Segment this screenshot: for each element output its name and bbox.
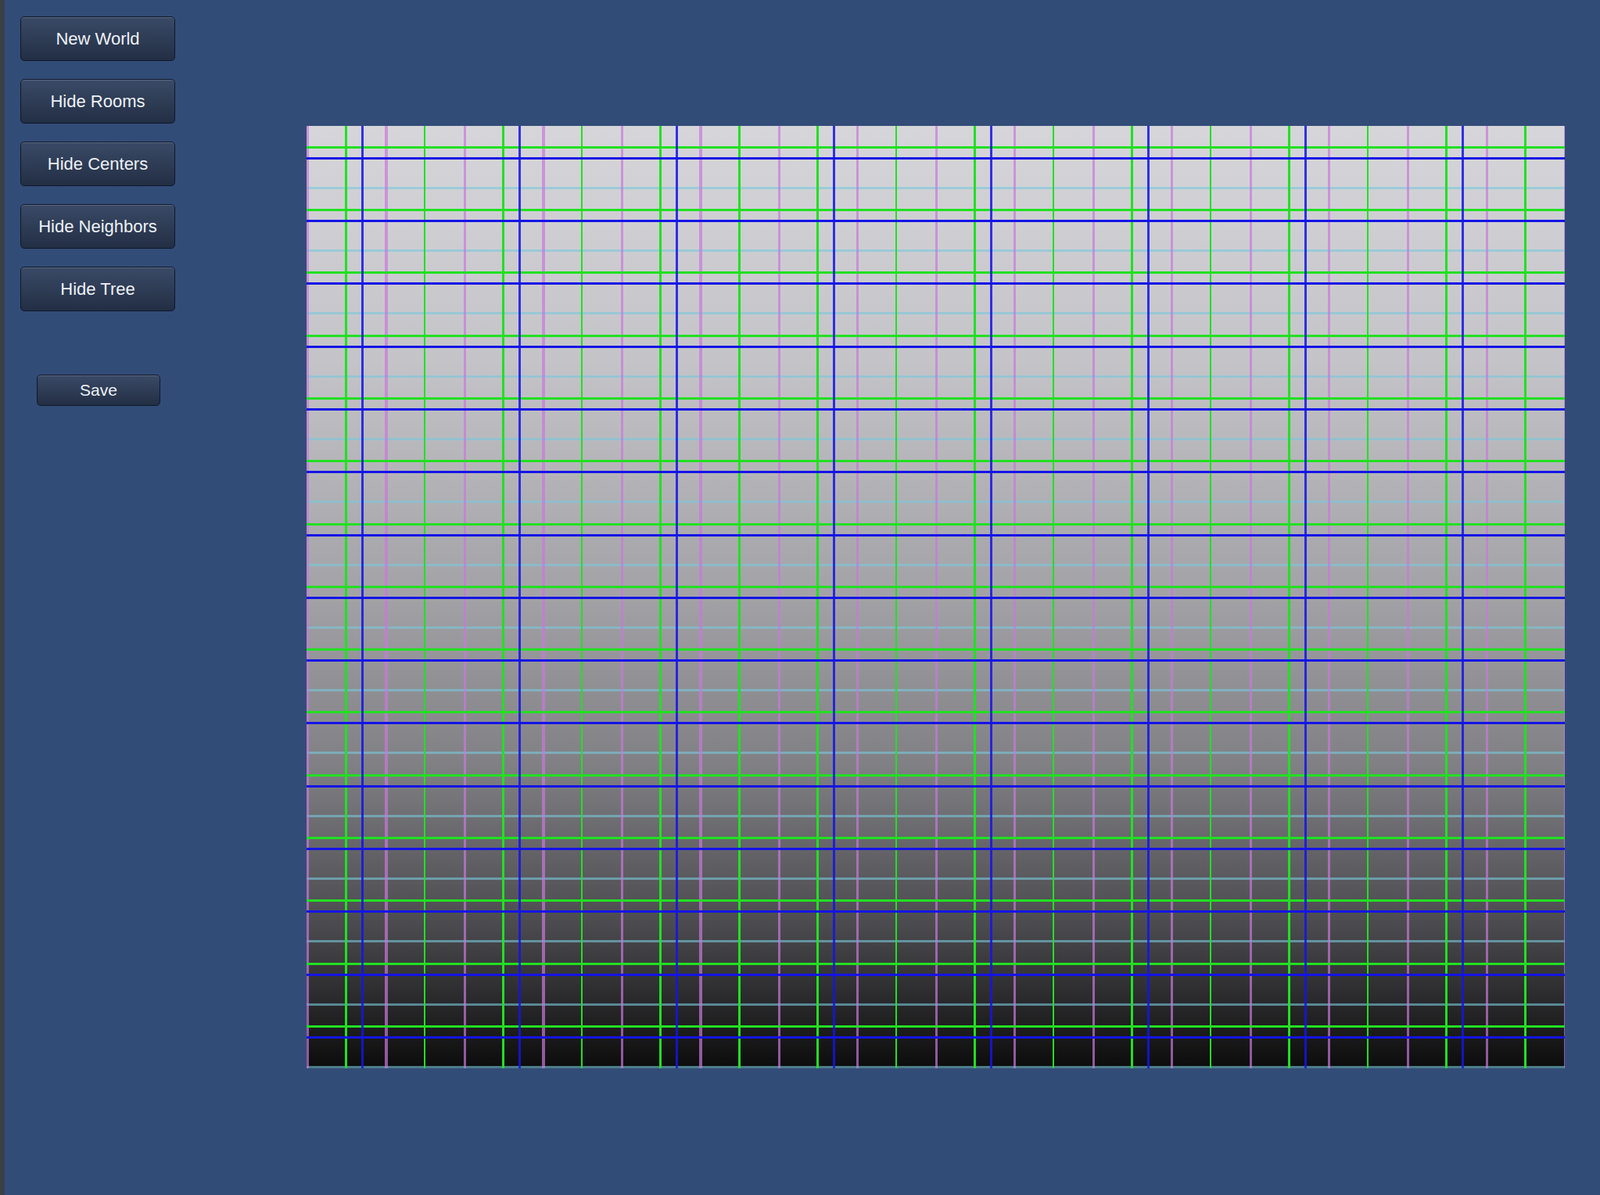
toolbar-button[interactable]: New World [20,16,176,61]
toolbar-button[interactable]: Hide Rooms [20,78,176,124]
toolbar-button[interactable]: Hide Centers [20,141,176,187]
sidebar: New World Hide Rooms Hide Centers Hide Neig… [4,0,307,1195]
window-edge [0,0,5,1195]
app-window: New World Hide Rooms Hide Centers Hide Neig… [0,0,1600,1195]
toolbar-button[interactable]: Hide Tree [20,266,176,312]
world-map[interactable] [306,125,1565,1069]
neighbor-lines [306,125,1565,1069]
toolbar: New World Hide Rooms Hide Centers Hide Neig… [20,16,176,312]
save-button[interactable]: Save [36,374,161,406]
toolbar-button[interactable]: Hide Neighbors [20,204,176,249]
